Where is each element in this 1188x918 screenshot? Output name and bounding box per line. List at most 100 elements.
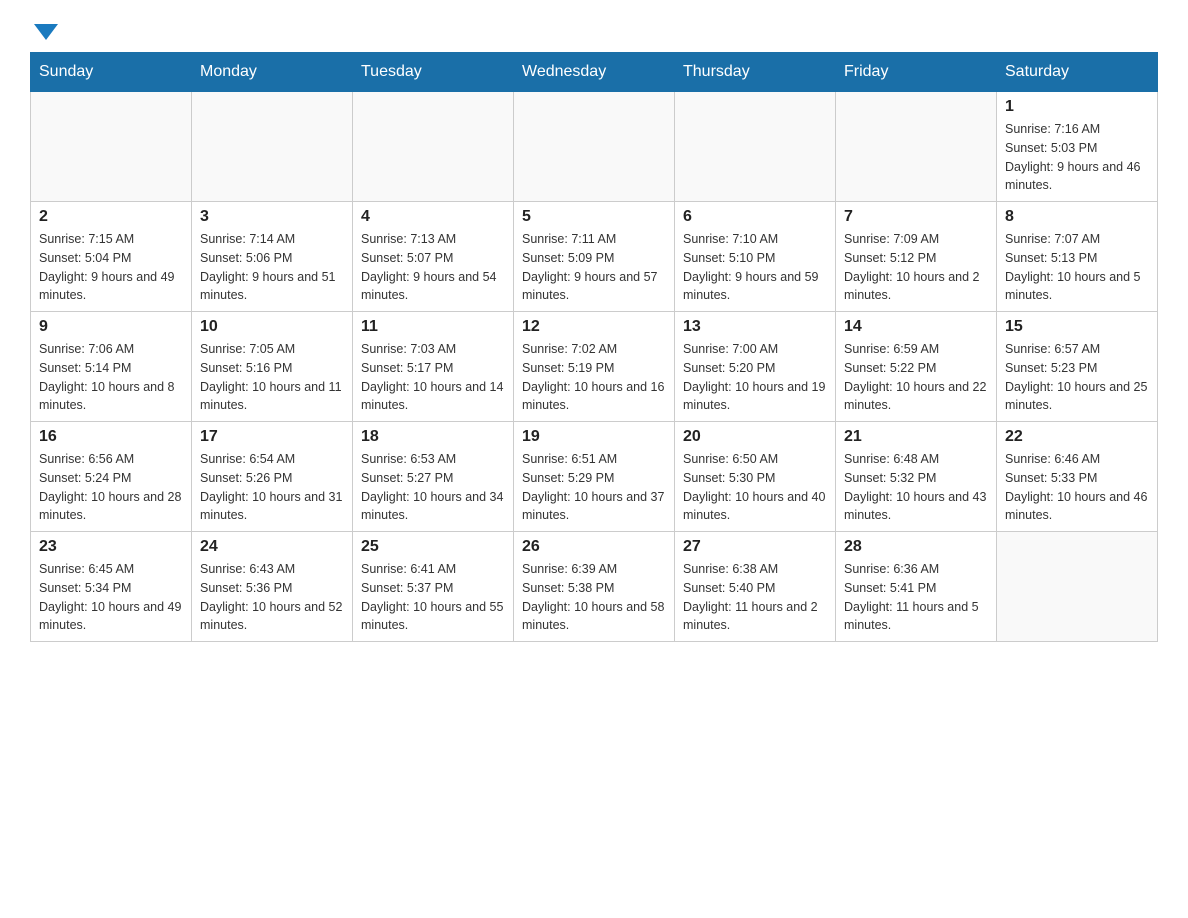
- calendar-cell: 14Sunrise: 6:59 AMSunset: 5:22 PMDayligh…: [836, 312, 997, 422]
- calendar-cell: 23 Sunrise: 6:45 AMSunset: 5:34 PMDayligh…: [31, 532, 192, 642]
- day-info: Sunrise: 7:10 AMSunset: 5:10 PMDaylight:…: [683, 230, 827, 305]
- calendar-cell: 9 Sunrise: 7:06 AMSunset: 5:14 PMDaylight…: [31, 312, 192, 422]
- day-number: 22: [1005, 428, 1149, 446]
- day-number: 8: [1005, 208, 1149, 226]
- day-number: 27: [683, 538, 827, 556]
- calendar-cell: [997, 532, 1158, 642]
- calendar-cell: [353, 92, 514, 202]
- day-number: 1: [1005, 98, 1149, 116]
- calendar-cell: 22 Sunrise: 6:46 AMSunset: 5:33 PMDayligh…: [997, 422, 1158, 532]
- calendar-table: SundayMondayTuesdayWednesdayThursdayFrid…: [30, 52, 1158, 642]
- calendar-cell: 20 Sunrise: 6:50 AMSunset: 5:30 PMDayligh…: [675, 422, 836, 532]
- calendar-week-row: 16 Sunrise: 6:56 AMSunset: 5:24 PMDayligh…: [31, 422, 1158, 532]
- day-info: Sunrise: 6:39 AMSunset: 5:38 PMDaylight:…: [522, 560, 666, 635]
- day-number: 4: [361, 208, 505, 226]
- day-info: Sunrise: 6:43 AMSunset: 5:36 PMDaylight:…: [200, 560, 344, 635]
- calendar-cell: 5 Sunrise: 7:11 AMSunset: 5:09 PMDaylight…: [514, 202, 675, 312]
- day-number: 12: [522, 318, 666, 336]
- day-number: 20: [683, 428, 827, 446]
- weekday-header-friday: Friday: [836, 53, 997, 92]
- calendar-cell: 19 Sunrise: 6:51 AMSunset: 5:29 PMDayligh…: [514, 422, 675, 532]
- day-info: Sunrise: 7:05 AMSunset: 5:16 PMDaylight:…: [200, 340, 344, 415]
- day-info: Sunrise: 6:45 AMSunset: 5:34 PMDaylight:…: [39, 560, 183, 635]
- day-number: 19: [522, 428, 666, 446]
- calendar-cell: 11Sunrise: 7:03 AMSunset: 5:17 PMDayligh…: [353, 312, 514, 422]
- calendar-cell: 24 Sunrise: 6:43 AMSunset: 5:36 PMDayligh…: [192, 532, 353, 642]
- calendar-week-row: 2 Sunrise: 7:15 AMSunset: 5:04 PMDaylight…: [31, 202, 1158, 312]
- logo: [30, 20, 58, 40]
- day-info: Sunrise: 6:38 AMSunset: 5:40 PMDaylight:…: [683, 560, 827, 635]
- day-info: Sunrise: 7:13 AMSunset: 5:07 PMDaylight:…: [361, 230, 505, 305]
- calendar-cell: 18 Sunrise: 6:53 AMSunset: 5:27 PMDayligh…: [353, 422, 514, 532]
- day-info: Sunrise: 7:00 AMSunset: 5:20 PMDaylight:…: [683, 340, 827, 415]
- day-info: Sunrise: 6:59 AMSunset: 5:22 PMDaylight:…: [844, 340, 988, 415]
- calendar-cell: 3 Sunrise: 7:14 AMSunset: 5:06 PMDaylight…: [192, 202, 353, 312]
- day-number: 18: [361, 428, 505, 446]
- weekday-header-sunday: Sunday: [31, 53, 192, 92]
- calendar-cell: 25Sunrise: 6:41 AMSunset: 5:37 PMDayligh…: [353, 532, 514, 642]
- calendar-cell: [514, 92, 675, 202]
- day-number: 23: [39, 538, 183, 556]
- calendar-cell: [31, 92, 192, 202]
- weekday-header-thursday: Thursday: [675, 53, 836, 92]
- day-info: Sunrise: 6:50 AMSunset: 5:30 PMDaylight:…: [683, 450, 827, 525]
- day-number: 5: [522, 208, 666, 226]
- weekday-header-saturday: Saturday: [997, 53, 1158, 92]
- day-info: Sunrise: 7:15 AMSunset: 5:04 PMDaylight:…: [39, 230, 183, 305]
- logo-arrow-icon: [34, 24, 58, 40]
- day-info: Sunrise: 7:16 AMSunset: 5:03 PMDaylight:…: [1005, 120, 1149, 195]
- day-info: Sunrise: 7:03 AMSunset: 5:17 PMDaylight:…: [361, 340, 505, 415]
- day-number: 10: [200, 318, 344, 336]
- day-number: 9: [39, 318, 183, 336]
- calendar-cell: 16 Sunrise: 6:56 AMSunset: 5:24 PMDayligh…: [31, 422, 192, 532]
- day-number: 24: [200, 538, 344, 556]
- day-info: Sunrise: 6:51 AMSunset: 5:29 PMDaylight:…: [522, 450, 666, 525]
- calendar-week-row: 9 Sunrise: 7:06 AMSunset: 5:14 PMDaylight…: [31, 312, 1158, 422]
- calendar-cell: [836, 92, 997, 202]
- day-info: Sunrise: 7:06 AMSunset: 5:14 PMDaylight:…: [39, 340, 183, 415]
- day-info: Sunrise: 6:41 AMSunset: 5:37 PMDaylight:…: [361, 560, 505, 635]
- calendar-cell: 15Sunrise: 6:57 AMSunset: 5:23 PMDayligh…: [997, 312, 1158, 422]
- day-info: Sunrise: 7:09 AMSunset: 5:12 PMDaylight:…: [844, 230, 988, 305]
- day-number: 26: [522, 538, 666, 556]
- day-number: 17: [200, 428, 344, 446]
- day-number: 7: [844, 208, 988, 226]
- day-number: 21: [844, 428, 988, 446]
- calendar-cell: 8Sunrise: 7:07 AMSunset: 5:13 PMDaylight…: [997, 202, 1158, 312]
- day-number: 3: [200, 208, 344, 226]
- calendar-header-row: SundayMondayTuesdayWednesdayThursdayFrid…: [31, 53, 1158, 92]
- calendar-cell: 13 Sunrise: 7:00 AMSunset: 5:20 PMDayligh…: [675, 312, 836, 422]
- day-info: Sunrise: 6:53 AMSunset: 5:27 PMDaylight:…: [361, 450, 505, 525]
- calendar-cell: 7 Sunrise: 7:09 AMSunset: 5:12 PMDaylight…: [836, 202, 997, 312]
- day-info: Sunrise: 6:48 AMSunset: 5:32 PMDaylight:…: [844, 450, 988, 525]
- day-info: Sunrise: 6:57 AMSunset: 5:23 PMDaylight:…: [1005, 340, 1149, 415]
- calendar-cell: 12 Sunrise: 7:02 AMSunset: 5:19 PMDayligh…: [514, 312, 675, 422]
- calendar-cell: 2 Sunrise: 7:15 AMSunset: 5:04 PMDaylight…: [31, 202, 192, 312]
- day-number: 28: [844, 538, 988, 556]
- day-info: Sunrise: 7:02 AMSunset: 5:19 PMDaylight:…: [522, 340, 666, 415]
- weekday-header-monday: Monday: [192, 53, 353, 92]
- day-info: Sunrise: 7:11 AMSunset: 5:09 PMDaylight:…: [522, 230, 666, 305]
- calendar-cell: 21 Sunrise: 6:48 AMSunset: 5:32 PMDayligh…: [836, 422, 997, 532]
- weekday-header-wednesday: Wednesday: [514, 53, 675, 92]
- day-info: Sunrise: 6:46 AMSunset: 5:33 PMDaylight:…: [1005, 450, 1149, 525]
- calendar-cell: 17 Sunrise: 6:54 AMSunset: 5:26 PMDayligh…: [192, 422, 353, 532]
- day-info: Sunrise: 7:14 AMSunset: 5:06 PMDaylight:…: [200, 230, 344, 305]
- day-info: Sunrise: 6:36 AMSunset: 5:41 PMDaylight:…: [844, 560, 988, 635]
- day-info: Sunrise: 6:56 AMSunset: 5:24 PMDaylight:…: [39, 450, 183, 525]
- calendar-cell: 28 Sunrise: 6:36 AMSunset: 5:41 PMDayligh…: [836, 532, 997, 642]
- calendar-cell: 26 Sunrise: 6:39 AMSunset: 5:38 PMDayligh…: [514, 532, 675, 642]
- calendar-cell: 4 Sunrise: 7:13 AMSunset: 5:07 PMDaylight…: [353, 202, 514, 312]
- day-number: 13: [683, 318, 827, 336]
- calendar-cell: 27 Sunrise: 6:38 AMSunset: 5:40 PMDayligh…: [675, 532, 836, 642]
- calendar-cell: 10 Sunrise: 7:05 AMSunset: 5:16 PMDayligh…: [192, 312, 353, 422]
- day-info: Sunrise: 6:54 AMSunset: 5:26 PMDaylight:…: [200, 450, 344, 525]
- page-header: [30, 20, 1158, 40]
- day-number: 2: [39, 208, 183, 226]
- weekday-header-tuesday: Tuesday: [353, 53, 514, 92]
- day-number: 16: [39, 428, 183, 446]
- day-number: 6: [683, 208, 827, 226]
- calendar-cell: 1 Sunrise: 7:16 AMSunset: 5:03 PMDaylight…: [997, 92, 1158, 202]
- calendar-cell: [675, 92, 836, 202]
- calendar-cell: 6 Sunrise: 7:10 AMSunset: 5:10 PMDaylight…: [675, 202, 836, 312]
